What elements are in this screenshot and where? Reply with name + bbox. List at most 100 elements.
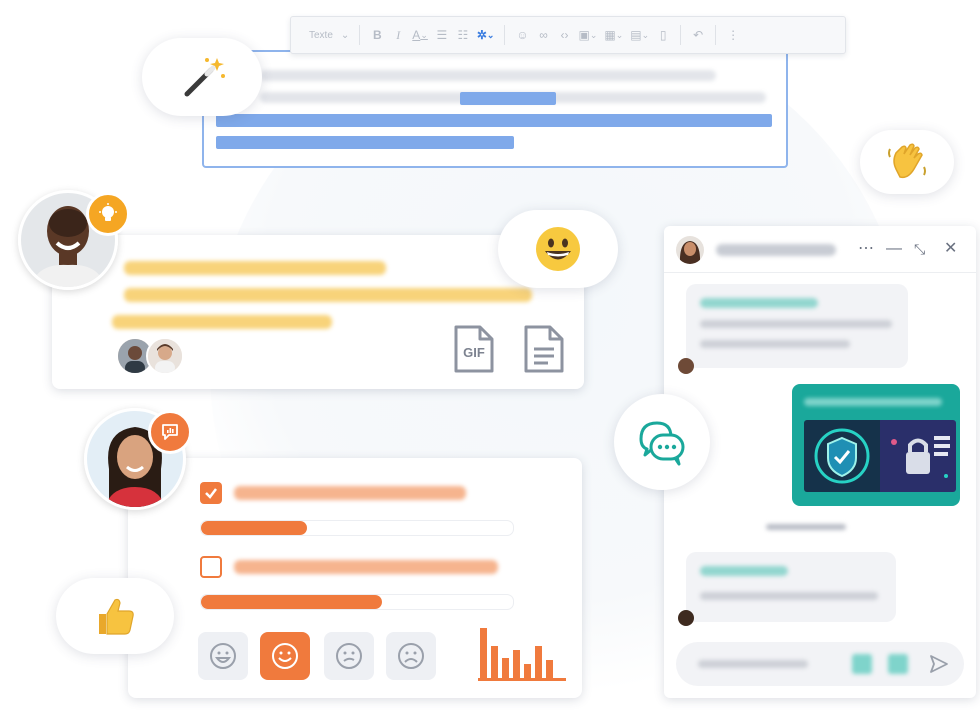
option-progress-fill <box>201 521 308 535</box>
chart-bar <box>502 658 509 680</box>
chart-bar <box>480 628 487 680</box>
expand-icon[interactable]: ⤡ <box>914 239 925 259</box>
message-line <box>700 340 850 348</box>
grinning-face-icon <box>536 227 580 271</box>
text-style-dropdown[interactable]: Texte ⌄ <box>309 30 349 41</box>
table-icon[interactable]: ▦ ⌄ <box>604 26 623 44</box>
chart-bar <box>513 650 520 680</box>
bold-icon[interactable]: B <box>370 26 384 44</box>
sender-avatar <box>678 610 694 626</box>
chart-bar <box>535 646 542 680</box>
feedback-icon <box>162 424 178 440</box>
editor-selection <box>216 114 772 127</box>
emoji-icon[interactable]: ☺ <box>515 26 529 44</box>
chat-contact-avatar <box>676 236 704 264</box>
editor-toolbar: Texte ⌄ B I A ⌄ ☰ ☷ ✲ ⌄ ☺ ∞ ‹› ▣ ⌄ ▦ ⌄ ▤ ⌄ ▯ … <box>290 16 846 54</box>
reaction-smile-button[interactable] <box>260 632 310 680</box>
embed-icon[interactable]: ▤ ⌄ <box>630 26 649 44</box>
chat-contact-name <box>716 244 836 256</box>
chat-pill <box>614 394 710 490</box>
input-attachment <box>852 654 872 674</box>
input-placeholder-line <box>698 660 808 668</box>
magic-wand-icon <box>184 58 225 97</box>
bullet-list-icon[interactable]: ☰ <box>435 26 449 44</box>
chevron-down-icon: ⌄ <box>340 29 350 41</box>
message-line <box>804 398 942 406</box>
editor-line <box>260 70 716 81</box>
highlight-line <box>124 288 532 302</box>
numbered-list-icon[interactable]: ☷ <box>456 26 470 44</box>
code-icon[interactable]: ‹› <box>557 26 571 44</box>
message-line <box>700 298 818 308</box>
option-progress-track <box>200 520 514 536</box>
toolbar-divider <box>504 25 506 45</box>
message-line <box>700 592 878 600</box>
send-icon[interactable] <box>928 653 950 675</box>
date-divider <box>766 524 846 530</box>
participant-avatar <box>146 337 184 375</box>
sender-avatar <box>678 358 694 374</box>
magic-wand-pill <box>142 38 262 116</box>
chart-bar <box>524 664 531 680</box>
image-icon[interactable]: ▣ ⌄ <box>578 26 597 44</box>
checkmark-icon <box>205 488 217 499</box>
reaction-grin-button[interactable] <box>198 632 248 680</box>
more-horizontal-icon[interactable]: ⋯ <box>858 239 874 259</box>
text-style-label: Texte <box>309 29 333 41</box>
option-label <box>234 486 466 500</box>
editor-selection <box>216 136 514 149</box>
message-line <box>700 320 892 328</box>
editor-selection <box>460 92 556 105</box>
highlight-line <box>112 315 332 329</box>
checkbox-unchecked[interactable] <box>200 556 222 578</box>
message-line <box>700 566 788 576</box>
close-icon[interactable]: ✕ <box>944 239 957 259</box>
gif-attachment[interactable]: GIF <box>452 323 496 375</box>
snippet-icon[interactable]: ✲ ⌄ <box>477 26 495 44</box>
thumbs-up-icon <box>99 598 134 635</box>
message-input[interactable] <box>676 642 964 686</box>
chat-bubbles-icon <box>639 421 685 466</box>
reaction-confused-button[interactable] <box>324 632 374 680</box>
security-image <box>804 420 956 492</box>
sad-icon <box>398 643 424 669</box>
emoji-pill <box>498 210 618 288</box>
outgoing-image-message <box>792 384 960 506</box>
toolbar-divider <box>359 25 361 45</box>
gif-label: GIF <box>463 345 485 360</box>
more-vertical-icon[interactable]: ⋮ <box>726 26 740 44</box>
italic-icon[interactable]: I <box>391 26 405 44</box>
lightbulb-icon <box>99 203 117 221</box>
reaction-sad-button[interactable] <box>386 632 436 680</box>
chart-bar <box>491 646 498 680</box>
document-icon <box>524 325 564 373</box>
waving-hand-pill <box>860 130 954 194</box>
incoming-message <box>686 284 908 368</box>
shield-icon <box>804 420 880 492</box>
smile-icon <box>272 643 298 669</box>
document-attachment[interactable] <box>522 323 566 375</box>
checkbox-checked[interactable] <box>200 482 222 504</box>
input-attachment <box>888 654 908 674</box>
editor-card[interactable] <box>202 50 788 168</box>
confused-icon <box>336 643 362 669</box>
thumbs-up-pill <box>56 578 174 654</box>
chart-bar <box>546 660 553 680</box>
toolbar-divider <box>715 25 717 45</box>
file-icon[interactable]: ▯ <box>656 26 670 44</box>
waving-hand-icon <box>888 143 926 179</box>
text-color-icon[interactable]: A ⌄ <box>412 26 428 44</box>
chat-window[interactable] <box>664 226 976 698</box>
survey-bar-chart <box>478 628 566 681</box>
highlight-line <box>124 261 386 275</box>
grin-icon <box>210 643 236 669</box>
toolbar-divider <box>680 25 682 45</box>
undo-icon[interactable]: ↶ <box>691 26 705 44</box>
idea-badge <box>86 192 130 236</box>
minimize-icon[interactable]: — <box>886 239 902 259</box>
feedback-badge <box>148 410 192 454</box>
incoming-message <box>686 552 896 622</box>
link-icon[interactable]: ∞ <box>536 26 550 44</box>
option-progress-track <box>200 594 514 610</box>
lock-icon <box>880 420 956 492</box>
